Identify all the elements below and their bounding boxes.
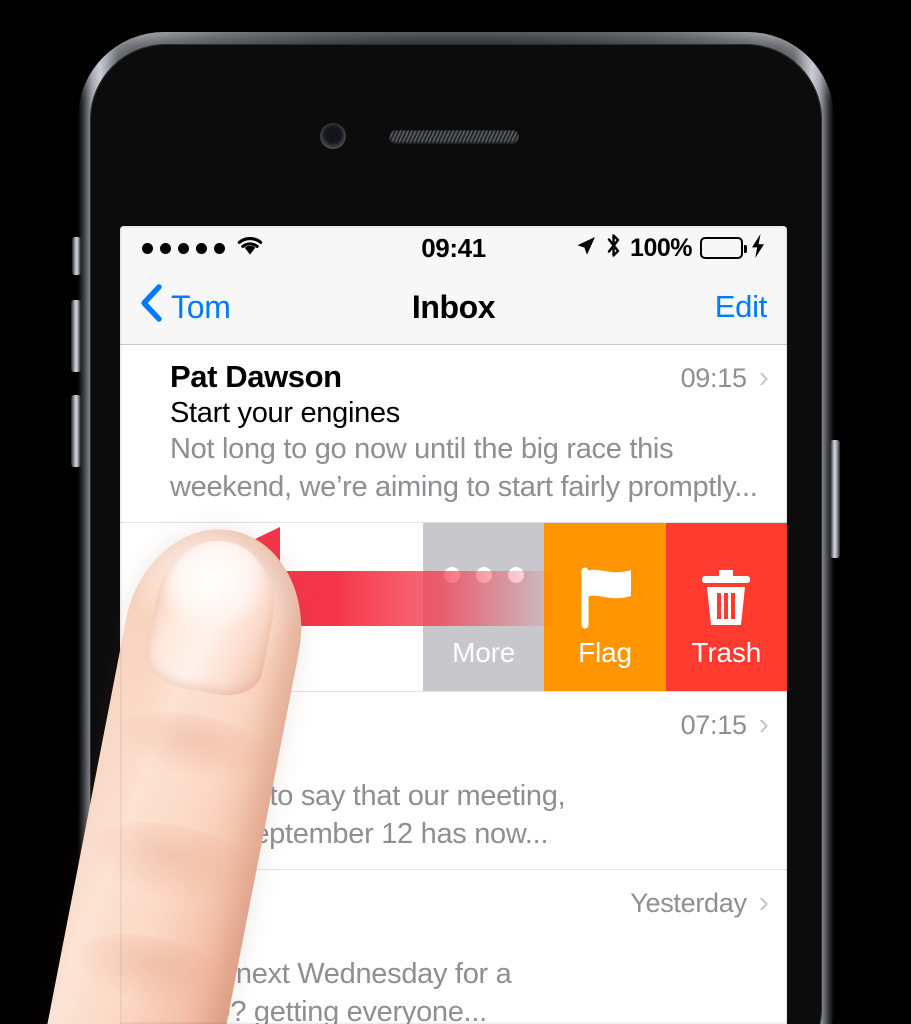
status-bar: 09:41 100% bbox=[120, 226, 787, 270]
bluetooth-icon bbox=[605, 233, 622, 263]
trash-button-label: Trash bbox=[691, 636, 762, 668]
row-header: Jo Yesterday › bbox=[170, 884, 769, 920]
more-button[interactable]: More bbox=[423, 522, 545, 691]
flag-button[interactable]: Flag bbox=[544, 522, 666, 691]
front-camera-icon bbox=[320, 123, 346, 149]
table-row[interactable]: Pat Dawson 09:15 › Start your engines No… bbox=[120, 345, 787, 523]
navigation-bar: Tom Inbox Edit bbox=[120, 270, 787, 345]
mail-preview-line-1: Not long to go now until the big race th… bbox=[170, 433, 674, 465]
status-bar-right: 100% bbox=[575, 233, 765, 263]
volume-up-button[interactable] bbox=[71, 300, 81, 372]
chevron-right-icon: › bbox=[758, 883, 769, 919]
flag-icon bbox=[544, 567, 665, 629]
mail-preview-line-1: Hi th next Wednesday for a bbox=[170, 957, 512, 990]
trash-can-icon bbox=[666, 567, 787, 629]
screenshot-stage: 09:41 100% Tom Inbox Edit Pat Dawson 09:… bbox=[0, 0, 911, 1024]
mail-list: Pat Dawson 09:15 › Start your engines No… bbox=[120, 345, 787, 1024]
ellipsis-icon bbox=[423, 566, 544, 583]
lightning-bolt-icon bbox=[751, 233, 765, 263]
mail-sender: hen bbox=[170, 705, 224, 741]
battery-icon bbox=[700, 237, 747, 259]
flag-button-label: Flag bbox=[578, 636, 632, 668]
trash-button[interactable]: Trash bbox=[665, 522, 787, 691]
mail-preview-line-1: essage to say that our meeting, bbox=[170, 779, 566, 812]
more-button-label: More bbox=[452, 636, 516, 668]
row-header: hen 07:15 › bbox=[170, 706, 769, 742]
mail-timestamp: Yesterday bbox=[630, 887, 747, 918]
mail-subject: red bbox=[170, 743, 212, 776]
mail-timestamp: 07:15 bbox=[680, 709, 747, 740]
location-arrow-icon bbox=[575, 235, 597, 262]
mail-sender: Pat Dawson bbox=[170, 359, 342, 394]
mail-preview-line-2: BBQ? getting everyone... bbox=[170, 995, 487, 1024]
page-title: Inbox bbox=[411, 288, 496, 325]
chevron-right-icon: › bbox=[758, 359, 769, 394]
power-button[interactable] bbox=[830, 440, 840, 558]
mail-subject: BBQ bbox=[170, 921, 231, 954]
mail-preview-line-2: d for September 12 has now... bbox=[170, 817, 549, 850]
table-row[interactable]: hen 07:15 › red essage to say that our m… bbox=[120, 691, 787, 870]
table-row[interactable]: Jo Yesterday › BBQ Hi th next Wednesday … bbox=[120, 869, 787, 1024]
swipe-action-buttons: More Flag Trash bbox=[423, 522, 787, 691]
phone-screen: 09:41 100% Tom Inbox Edit Pat Dawson 09:… bbox=[120, 226, 787, 1024]
mail-sender: Jo bbox=[170, 883, 206, 919]
edit-button[interactable]: Edit bbox=[715, 289, 768, 325]
battery-percent-label: 100% bbox=[630, 233, 692, 262]
mail-preview-line-2: weekend, we’re aiming to start fairly pr… bbox=[170, 470, 758, 503]
earpiece-speaker-icon bbox=[389, 130, 519, 143]
mail-subject: Start your engines bbox=[170, 397, 400, 429]
volume-down-button[interactable] bbox=[71, 395, 81, 467]
row-header: Pat Dawson 09:15 › bbox=[170, 359, 769, 395]
table-row-swiped-open[interactable]: 09:07 › tim ust at all ok... bbox=[120, 522, 787, 692]
silent-switch[interactable] bbox=[72, 237, 81, 275]
mail-timestamp: 09:15 bbox=[680, 363, 747, 393]
chevron-right-icon: › bbox=[758, 705, 769, 741]
